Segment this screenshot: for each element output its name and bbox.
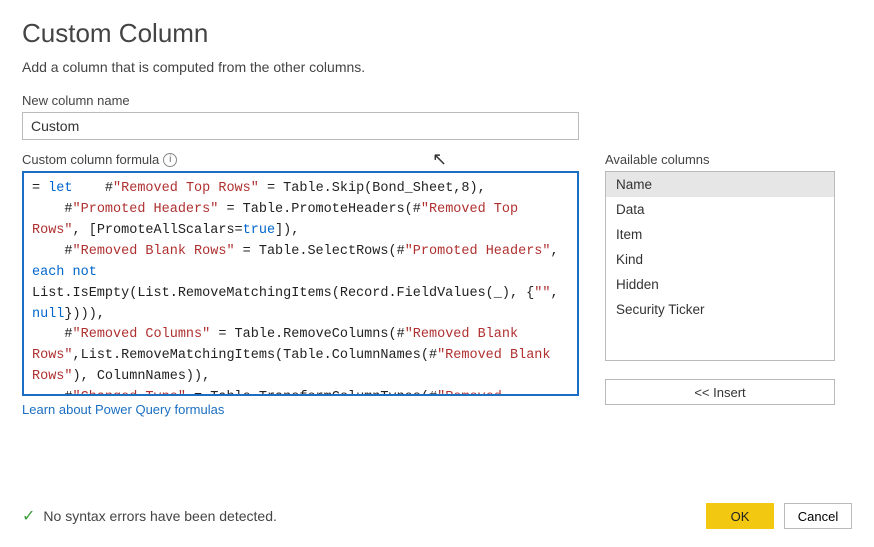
learn-link[interactable]: Learn about Power Query formulas [22, 402, 224, 417]
dialog-subtitle: Add a column that is computed from the o… [22, 59, 852, 75]
status-bar: ✓ No syntax errors have been detected. [22, 506, 277, 526]
new-column-name-input[interactable] [22, 112, 579, 140]
status-text: No syntax errors have been detected. [43, 508, 276, 524]
available-column-item[interactable]: Kind [606, 247, 834, 272]
new-column-name-label: New column name [22, 93, 852, 108]
insert-button[interactable]: << Insert [605, 379, 835, 405]
dialog-title: Custom Column [22, 18, 852, 49]
available-column-item[interactable]: Name [606, 172, 834, 197]
formula-label: Custom column formula i ↖ [22, 152, 579, 167]
formula-label-text: Custom column formula [22, 152, 159, 167]
available-column-item[interactable]: Data [606, 197, 834, 222]
cursor-icon: ↖ [432, 149, 447, 170]
available-columns-label: Available columns [605, 152, 835, 167]
ok-button[interactable]: OK [706, 503, 774, 529]
available-columns-list[interactable]: NameDataItemKindHiddenSecurity Ticker [605, 171, 835, 361]
info-icon[interactable]: i [163, 153, 177, 167]
check-icon: ✓ [22, 506, 35, 526]
cancel-button[interactable]: Cancel [784, 503, 852, 529]
available-column-item[interactable]: Item [606, 222, 834, 247]
available-column-item[interactable]: Hidden [606, 272, 834, 297]
formula-textarea[interactable]: = let #"Removed Top Rows" = Table.Skip(B… [22, 171, 579, 396]
available-column-item[interactable]: Security Ticker [606, 297, 834, 322]
